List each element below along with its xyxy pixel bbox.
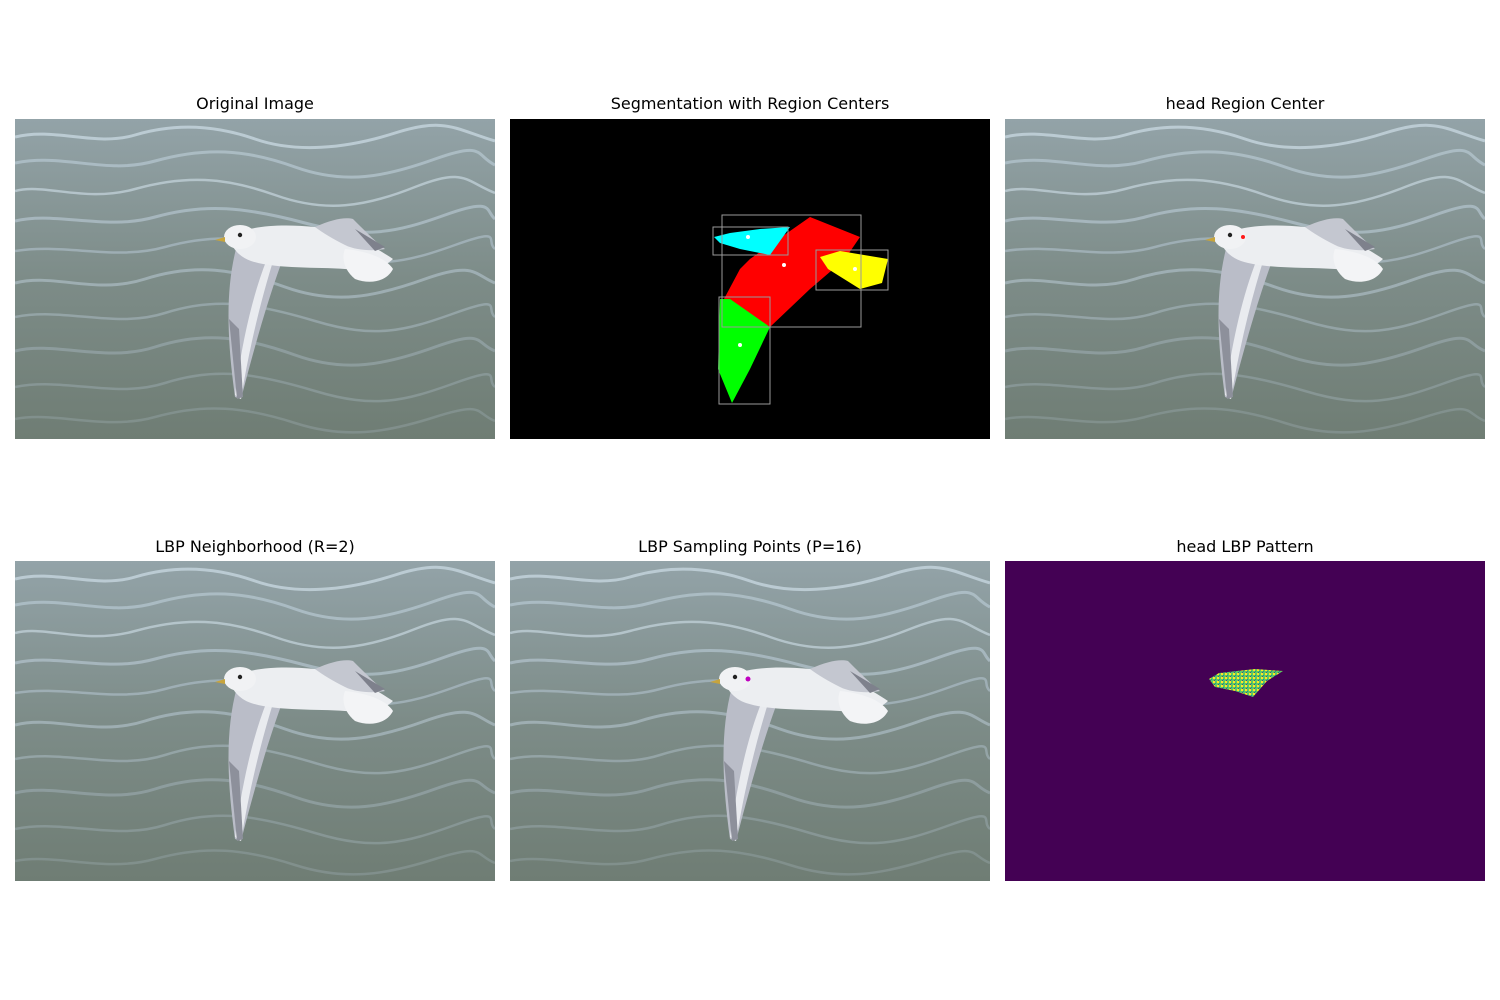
region-center-image [1005,119,1485,439]
original-image [15,119,495,439]
lbp-sampling-panel [510,561,990,881]
center-body [782,263,786,267]
panel-title-region-center: head Region Center [1165,94,1325,113]
region-center-panel [1005,119,1485,439]
lbp-pattern-panel [1005,561,1485,881]
head-center-marker [1241,235,1245,239]
segmentation-map [510,119,990,439]
panel-title-lbp-pattern: head LBP Pattern [1176,537,1314,556]
sampling-points-marker [745,676,751,682]
original-image-panel [15,119,495,439]
lbp-sampling-image [510,561,990,881]
center-tail [853,267,857,271]
lbp-neighborhood-image [15,561,495,881]
panel-title-lbp-sampling: LBP Sampling Points (P=16) [638,537,862,556]
segmentation-panel [510,119,990,439]
panel-title-lbp-neighborhood: LBP Neighborhood (R=2) [155,537,355,556]
lbp-pattern-image [1005,561,1485,881]
center-wing [738,343,742,347]
panel-title-segmentation: Segmentation with Region Centers [610,94,890,113]
lbp-neighborhood-panel [15,561,495,881]
panel-title-original: Original Image [196,94,314,113]
center-head [746,235,750,239]
